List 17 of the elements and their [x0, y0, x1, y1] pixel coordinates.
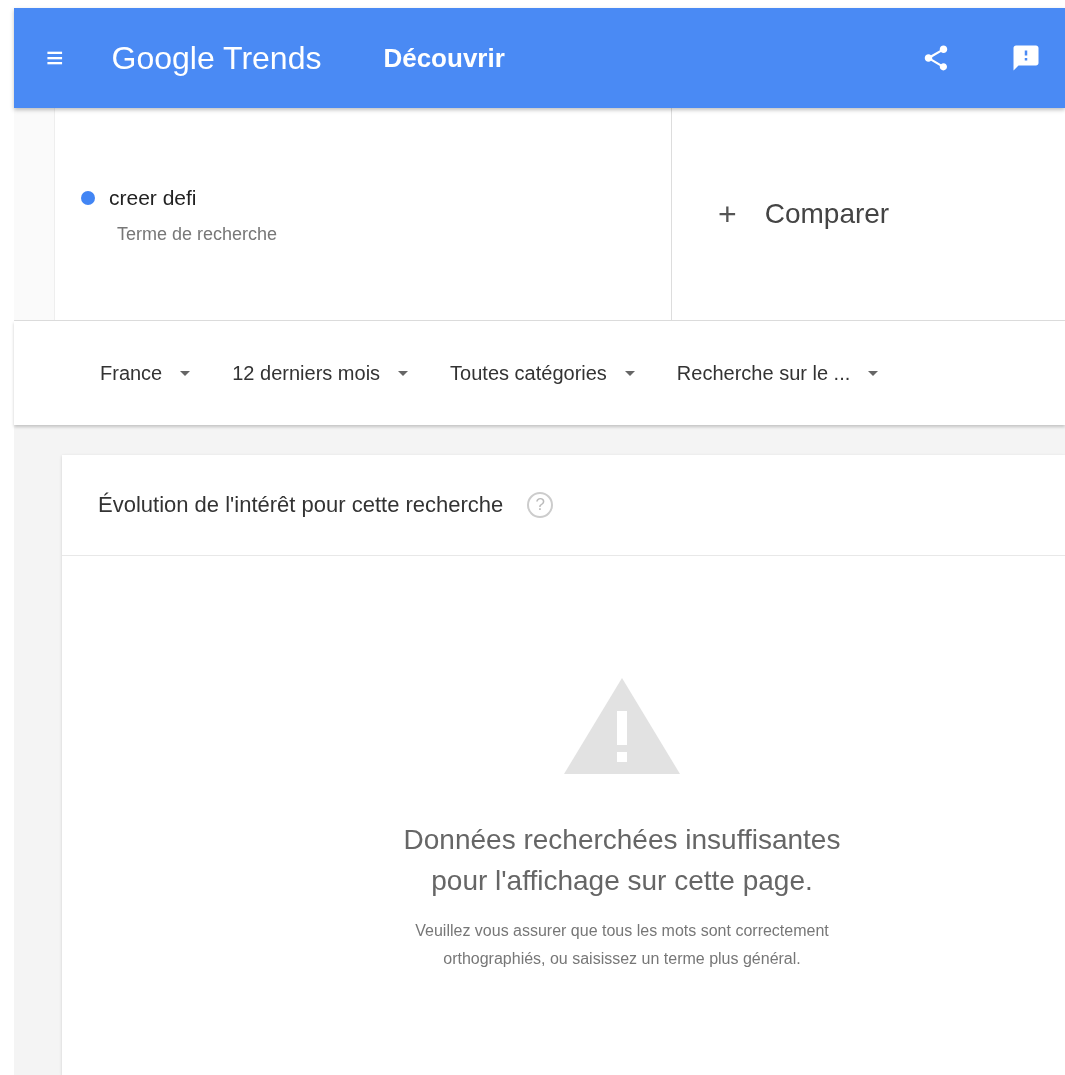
caret-icon: [180, 370, 191, 376]
filter-dropdown[interactable]: 12 derniers mois: [232, 361, 409, 385]
filter-dropdown[interactable]: Toutes catégories: [450, 361, 635, 385]
empty-state-title: Données recherchées insuffisantes pour l'affichage sur cette page.: [402, 823, 842, 898]
caret-icon: [868, 370, 879, 376]
filter-dropdown[interactable]: France: [100, 361, 191, 385]
filter-dropdown[interactable]: Recherche sur le ...: [676, 361, 879, 385]
term-type: Terme de recherche: [117, 224, 279, 245]
term-name: creer defi: [109, 186, 197, 210]
compare-button[interactable]: + Comparer: [672, 108, 890, 320]
feedback-icon[interactable]: [1011, 43, 1041, 73]
empty-state-message: Veuillez vous assurer que tous les mots sont correctement orthographiés, ou saisissez un terme plus général.: [414, 921, 830, 970]
warning-icon: [562, 676, 682, 776]
caret-icon: [624, 370, 635, 376]
card-title: Évolution de l'intérêt pour cette recherche: [98, 492, 504, 518]
search-term-card[interactable]: creer defi Terme de recherche: [54, 108, 672, 320]
caret-icon: [398, 370, 409, 376]
